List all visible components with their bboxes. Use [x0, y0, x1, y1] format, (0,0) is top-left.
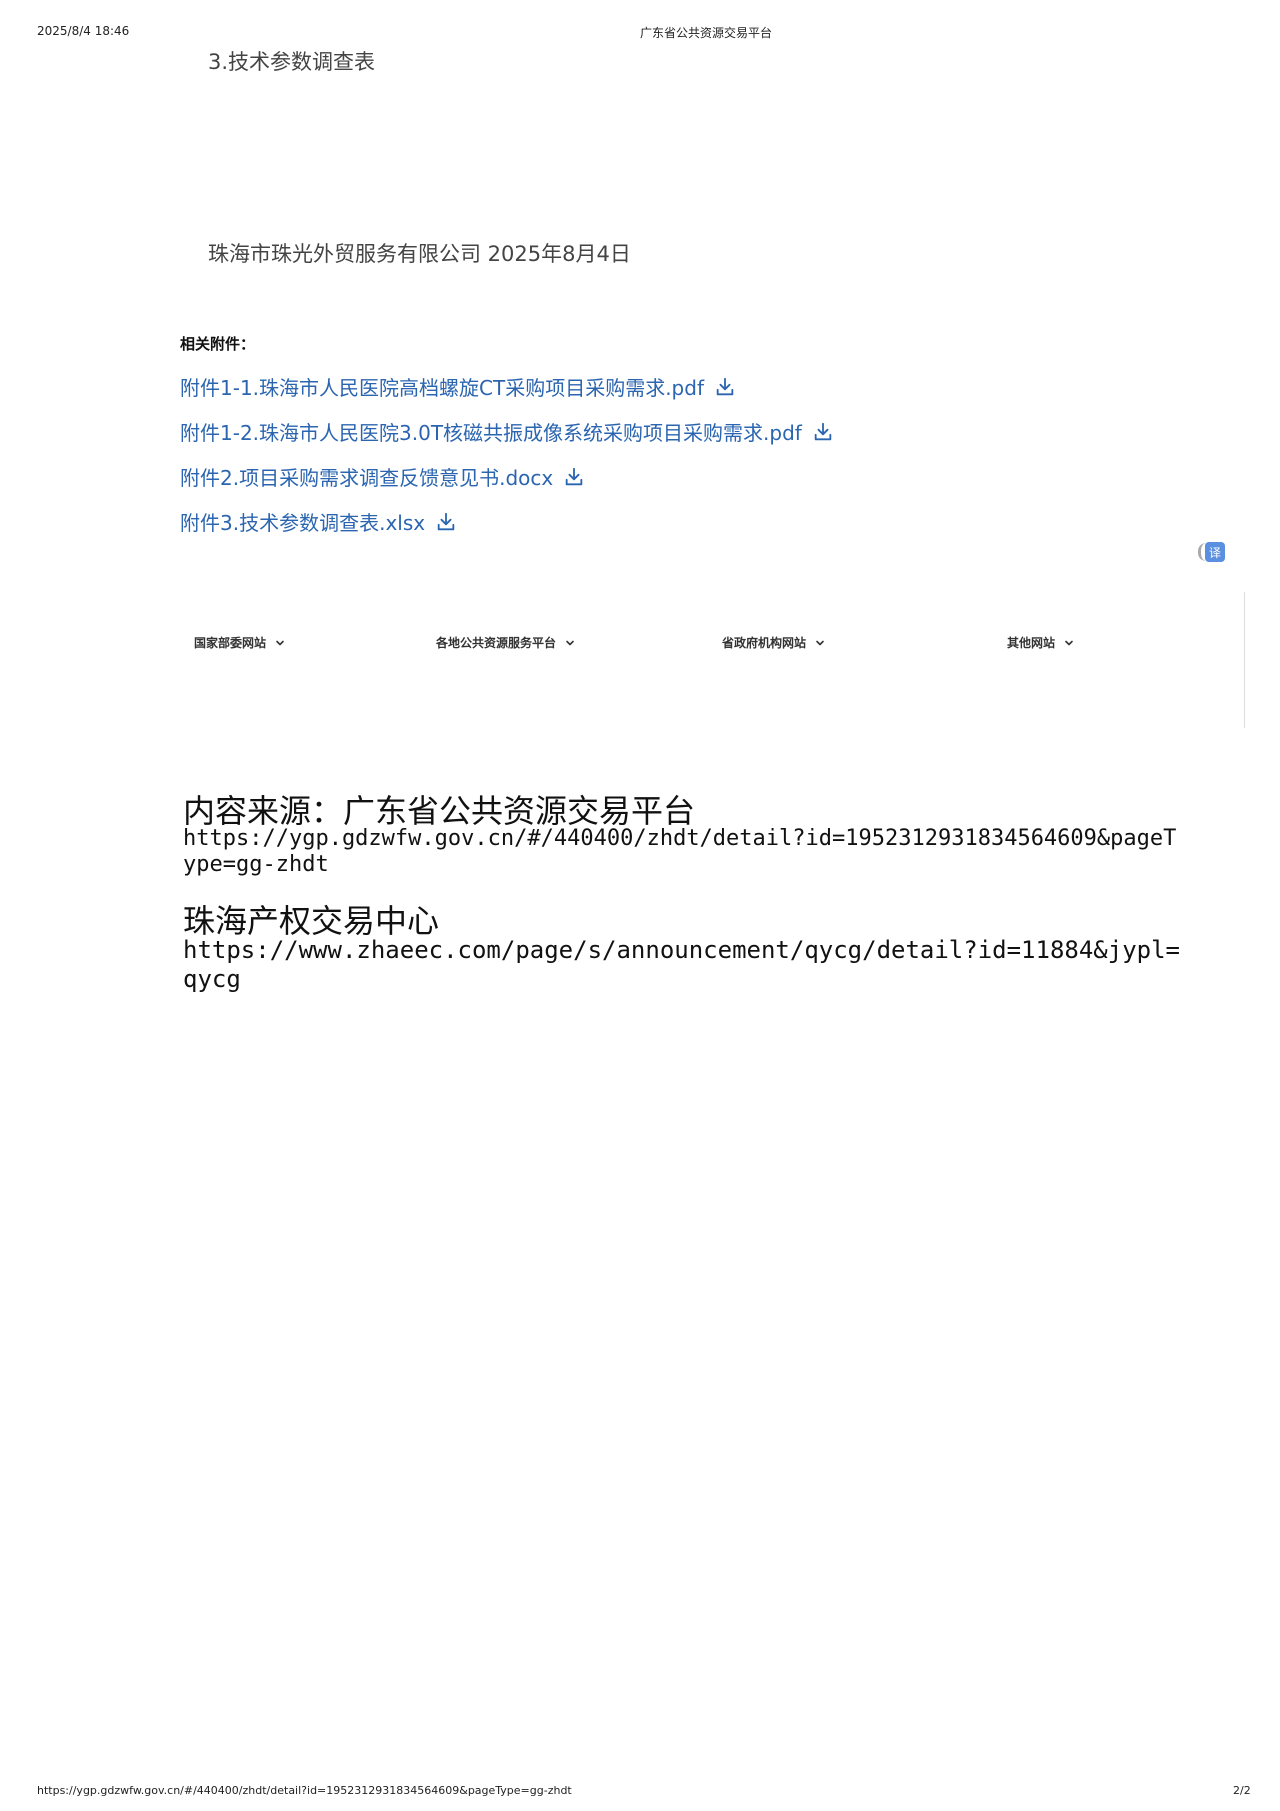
translate-icon: 译 [1205, 542, 1225, 562]
download-icon[interactable] [563, 466, 585, 488]
attachment-list: 附件1-1.珠海市人民医院高档螺旋CT采购项目采购需求.pdf 附件1-2.珠海… [180, 364, 834, 544]
attachment-link[interactable]: 附件2.项目采购需求调查反馈意见书.docx [180, 462, 553, 491]
attachment-item: 附件1-2.珠海市人民医院3.0T核磁共振成像系统采购项目采购需求.pdf [180, 409, 834, 454]
nav-dropdown-label: 其他网站 [1007, 636, 1056, 650]
chevron-down-icon [816, 640, 824, 645]
nav-dropdown-label: 各地公共资源服务平台 [436, 636, 557, 650]
signature-text: 珠海市珠光外贸服务有限公司 2025年8月4日 [208, 242, 631, 266]
chevron-down-icon [1065, 640, 1073, 645]
download-icon[interactable] [435, 511, 457, 533]
attachment-link[interactable]: 附件1-2.珠海市人民医院3.0T核磁共振成像系统采购项目采购需求.pdf [180, 417, 802, 446]
attachments-title: 相关附件： [180, 335, 256, 353]
attachment-link[interactable]: 附件3.技术参数调查表.xlsx [180, 507, 425, 536]
download-icon[interactable] [714, 376, 736, 398]
nav-dropdown-label: 省政府机构网站 [722, 636, 807, 650]
side-divider [1244, 592, 1245, 728]
chevron-down-icon [276, 640, 284, 645]
translate-button[interactable]: 译 [1198, 540, 1228, 564]
chevron-down-icon [566, 640, 574, 645]
attachment-item: 附件3.技术参数调查表.xlsx [180, 499, 834, 544]
attachment-item: 附件1-1.珠海市人民医院高档螺旋CT采购项目采购需求.pdf [180, 364, 834, 409]
attachment-item: 附件2.项目采购需求调查反馈意见书.docx [180, 454, 834, 499]
nav-dropdown-label: 国家部委网站 [194, 636, 267, 650]
section-item-text: 3.技术参数调查表 [208, 50, 376, 74]
nav-dropdown-provincial-agencies[interactable]: 省政府机构网站 [722, 634, 825, 651]
nav-dropdown-ministries[interactable]: 国家部委网站 [194, 634, 285, 651]
download-icon[interactable] [812, 421, 834, 443]
print-header-title: 广东省公共资源交易平台 [639, 26, 772, 40]
source-url: https://ygp.gdzwfw.gov.cn/#/440400/zhdt/… [183, 826, 1177, 878]
footer-link-nav: 国家部委网站 各地公共资源服务平台 省政府机构网站 其他网站 [0, 634, 1280, 654]
nav-dropdown-local-platforms[interactable]: 各地公共资源服务平台 [436, 634, 575, 651]
print-footer-url: https://ygp.gdzwfw.gov.cn/#/440400/zhdt/… [37, 1784, 572, 1797]
translate-edge-icon [1198, 543, 1206, 561]
attachment-link[interactable]: 附件1-1.珠海市人民医院高档螺旋CT采购项目采购需求.pdf [180, 372, 704, 401]
nav-dropdown-other-sites[interactable]: 其他网站 [1007, 634, 1074, 651]
source-url: https://www.zhaeec.com/page/s/announceme… [183, 936, 1180, 993]
print-footer-page-number: 2/2 [1233, 1784, 1251, 1797]
